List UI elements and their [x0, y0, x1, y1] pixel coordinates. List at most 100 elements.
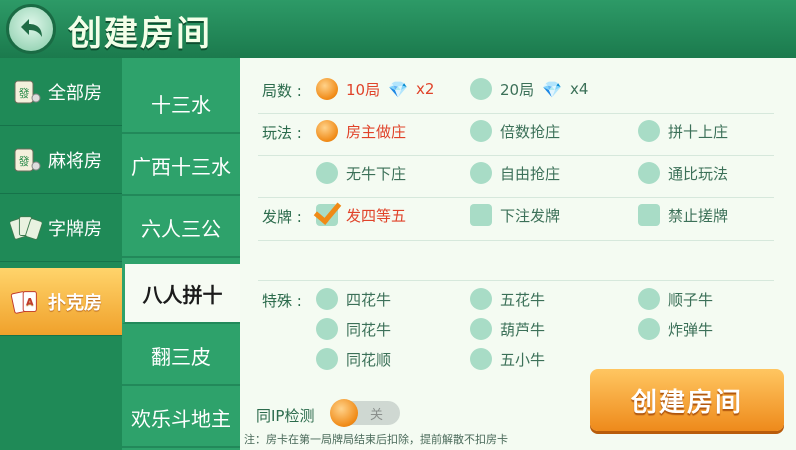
mode-option-niu-ten-banker[interactable]: 拼十上庄 — [638, 120, 728, 142]
svg-text:發: 發 — [19, 86, 30, 100]
option-label: 倍数抢庄 — [500, 122, 561, 141]
radio-icon — [638, 162, 660, 184]
option-label: 禁止搓牌 — [668, 206, 729, 225]
category-label: 全部房 — [48, 82, 102, 104]
mode-option-free-grab[interactable]: 自由抢庄 — [470, 162, 560, 184]
radio-icon — [470, 348, 492, 370]
checkbox-icon — [470, 204, 492, 226]
deal-option-bet-deal[interactable]: 下注发牌 — [470, 204, 560, 226]
special-option[interactable]: 同花牛 — [316, 318, 391, 340]
game-list: 十三水 广西十三水 六人三公 八人拼十 翻三皮 欢乐斗地主 — [122, 58, 240, 450]
multiplier-label: x4 — [570, 80, 589, 98]
radio-icon — [316, 162, 338, 184]
radio-icon — [638, 120, 660, 142]
divider — [258, 197, 774, 198]
deal-option-four-wait-five[interactable]: 发四等五 — [316, 204, 406, 226]
radio-icon — [638, 318, 660, 340]
special-option[interactable]: 四花牛 — [316, 288, 391, 310]
option-label: 同花牛 — [346, 320, 392, 339]
checkbox-checked-icon — [316, 204, 338, 226]
mode-option-no-niu-off[interactable]: 无牛下庄 — [316, 162, 406, 184]
header-bar: 创建房间 — [0, 0, 796, 60]
mahjong-tile-icon: 發 — [10, 145, 42, 175]
ip-check-toggle[interactable]: 关 — [330, 399, 400, 427]
mode-option-multiplier-grab[interactable]: 倍数抢庄 — [470, 120, 560, 142]
radio-icon — [470, 162, 492, 184]
option-label: 20局 — [500, 80, 535, 99]
multiplier-label: x2 — [416, 80, 435, 98]
special-option[interactable]: 五花牛 — [470, 288, 545, 310]
radio-icon — [316, 348, 338, 370]
mode-option-compare-all[interactable]: 通比玩法 — [638, 162, 728, 184]
option-label: 葫芦牛 — [500, 320, 546, 339]
game-item[interactable]: 广西十三水 — [122, 136, 240, 196]
rounds-option-10[interactable]: 10局 💎 x2 — [316, 78, 434, 100]
game-item-selected[interactable]: 八人拼十 — [122, 264, 240, 324]
special-option[interactable]: 同花顺 — [316, 348, 391, 370]
option-label: 无牛下庄 — [346, 164, 407, 183]
svg-text:A: A — [26, 296, 34, 307]
rounds-option-20[interactable]: 20局 💎 x4 — [470, 78, 588, 100]
divider — [258, 280, 774, 281]
category-label: 扑克房 — [48, 292, 102, 314]
radio-icon — [470, 318, 492, 340]
deal-label: 发牌 : — [262, 208, 302, 226]
special-option[interactable]: 炸弹牛 — [638, 318, 713, 340]
category-word-card-rooms[interactable]: 字牌房 — [0, 194, 122, 262]
option-label: 四花牛 — [346, 290, 392, 309]
toggle-knob — [330, 399, 358, 427]
category-poker-rooms[interactable]: A 扑克房 — [0, 268, 122, 336]
svg-text:發: 發 — [19, 154, 30, 168]
radio-icon — [316, 318, 338, 340]
option-label: 自由抢庄 — [500, 164, 561, 183]
game-item[interactable]: 翻三皮 — [122, 326, 240, 386]
category-label: 麻将房 — [48, 150, 102, 172]
option-label: 10局 — [346, 80, 381, 99]
mode-option-host-banker[interactable]: 房主做庄 — [316, 120, 406, 142]
toggle-state: 关 — [370, 408, 384, 423]
back-button[interactable] — [6, 4, 56, 54]
special-option[interactable]: 葫芦牛 — [470, 318, 545, 340]
diamond-icon: 💎 — [542, 79, 563, 99]
option-label: 五花牛 — [500, 290, 546, 309]
option-label: 顺子牛 — [668, 290, 714, 309]
category-sidebar: 發 全部房 發 麻将房 字牌房 A 扑克房 — [0, 58, 122, 450]
game-item[interactable]: 六人三公 — [122, 198, 240, 258]
deal-option-no-rub[interactable]: 禁止搓牌 — [638, 204, 728, 226]
radio-icon — [470, 78, 492, 100]
radio-icon — [470, 288, 492, 310]
mode-label: 玩法 : — [262, 124, 302, 142]
category-mahjong-rooms[interactable]: 發 麻将房 — [0, 126, 122, 194]
special-label: 特殊 : — [262, 292, 302, 310]
option-label: 房主做庄 — [346, 122, 407, 141]
special-option[interactable]: 五小牛 — [470, 348, 545, 370]
radio-icon — [638, 288, 660, 310]
option-label: 拼十上庄 — [668, 122, 729, 141]
game-item[interactable]: 欢乐斗地主 — [122, 388, 240, 448]
category-label: 字牌房 — [48, 218, 102, 240]
options-panel: 局数 : 10局 💎 x2 20局 💎 x4 玩法 : 房主做庄 倍数抢庄 拼十… — [240, 58, 796, 450]
create-room-button[interactable]: 创建房间 — [590, 369, 784, 431]
category-all-rooms[interactable]: 發 全部房 — [0, 58, 122, 126]
diamond-icon: 💎 — [388, 79, 409, 99]
word-cards-icon — [10, 213, 42, 243]
checkbox-icon — [638, 204, 660, 226]
rounds-label: 局数 : — [262, 82, 302, 100]
page-title: 创建房间 — [68, 14, 212, 54]
option-label: 下注发牌 — [500, 206, 561, 225]
game-item[interactable]: 十三水 — [122, 74, 240, 134]
radio-icon — [316, 288, 338, 310]
divider — [258, 113, 774, 114]
mahjong-tile-icon: 發 — [10, 77, 42, 107]
ip-check-label: 同IP检测 — [256, 407, 315, 425]
room-card-note: 注：房卡在第一局牌局结束后扣除，提前解散不扣房卡 — [244, 433, 508, 446]
divider — [258, 240, 774, 241]
radio-selected-icon — [316, 120, 338, 142]
option-label: 同花顺 — [346, 350, 392, 369]
back-arrow-icon — [21, 19, 42, 37]
special-option[interactable]: 顺子牛 — [638, 288, 713, 310]
option-label: 五小牛 — [500, 350, 546, 369]
option-label: 通比玩法 — [668, 164, 729, 183]
poker-cards-icon: A — [10, 287, 42, 317]
option-label: 炸弹牛 — [668, 320, 714, 339]
